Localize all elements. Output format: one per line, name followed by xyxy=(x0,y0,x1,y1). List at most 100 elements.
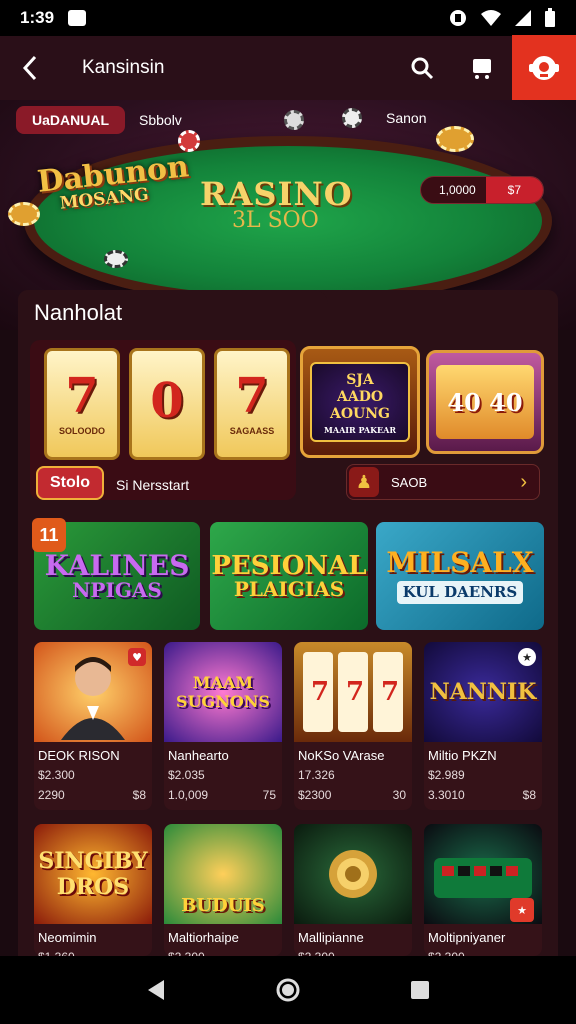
bet-value: 1,0000 xyxy=(439,183,476,197)
banner-3-line1: MILSALX xyxy=(386,545,534,579)
promo-banner-3[interactable]: MILSALX KUL DAENRS xyxy=(376,522,544,630)
back-arrow-icon xyxy=(22,55,37,81)
game-stat: 3.3010 xyxy=(428,788,465,802)
banner-3-line2: KUL DAENRS xyxy=(396,580,524,604)
gold-coin-icon xyxy=(329,850,377,898)
banner-2-line1: PESIONAL xyxy=(211,551,367,581)
reel-3: 7 SAGAASS xyxy=(214,348,290,460)
game-stat: $2.300 xyxy=(38,768,75,782)
app-bar: Kansinsin xyxy=(0,35,576,101)
game-name: Moltipniyaner xyxy=(428,930,506,945)
game-card[interactable]: ♥ DEOK RISON $2.300 2290 $8 xyxy=(34,642,152,810)
chip-icon xyxy=(8,202,40,226)
svg-text:7: 7 xyxy=(346,677,364,707)
tile-a-line3: AOUNG xyxy=(329,405,391,422)
reel-1: 7 SOLOODO xyxy=(44,348,120,460)
game-card[interactable]: NANNIK ★ Miltio PKZN $2.989 3.3010 $8 xyxy=(424,642,542,810)
play-bar[interactable]: ♟ SAOB › xyxy=(346,464,540,500)
reel-symbol: 7 xyxy=(235,368,269,424)
hero-pill[interactable]: UaDANUAL xyxy=(16,106,125,134)
game-name: Nanhearto xyxy=(168,748,229,763)
cart-button[interactable] xyxy=(452,36,512,100)
chip-icon xyxy=(436,126,474,152)
studio-button[interactable]: Stolo xyxy=(36,466,104,500)
nav-home-button[interactable] xyxy=(268,970,308,1010)
cell-signal-icon xyxy=(515,10,531,26)
promo-banner-2[interactable]: PESIONAL PLAIGIAS xyxy=(210,522,368,630)
signal-app-icon xyxy=(450,10,466,26)
chip-icon xyxy=(342,108,362,128)
game-tile-b[interactable]: 40 40 xyxy=(426,350,544,454)
player-icon: ♟ xyxy=(349,467,379,497)
badge-icon: ★ xyxy=(518,648,536,666)
tile-a-line2: AADO xyxy=(336,388,384,405)
reel-caption: SOLOODO xyxy=(58,426,105,436)
table-subtitle: 3L SOO xyxy=(232,208,319,233)
favorite-icon[interactable]: ★ xyxy=(510,898,534,922)
game-name: Neomimin xyxy=(38,930,97,945)
game-name: Mallipianne xyxy=(298,930,364,945)
game-card[interactable]: ★ Moltipniyaner $2,300 xyxy=(424,824,542,964)
game-stat: 1.0,009 xyxy=(168,788,209,802)
tile-b-value: 40 40 xyxy=(436,365,534,439)
chip-icon xyxy=(284,110,304,130)
nav-recents-icon xyxy=(411,981,429,999)
hero-tab-1[interactable]: Sbbolv xyxy=(139,112,182,128)
profile-button[interactable] xyxy=(512,35,576,101)
game-thumb: MAAM SUGNONS xyxy=(164,642,282,742)
chip-icon xyxy=(104,250,128,268)
favorite-icon[interactable]: ♥ xyxy=(128,648,146,666)
game-card[interactable]: MAAM SUGNONS Nanhearto $2.035 1.0,009 75 xyxy=(164,642,282,810)
robot-avatar-icon xyxy=(529,56,559,80)
cart-icon xyxy=(473,59,491,79)
reel-symbol: 7 xyxy=(65,368,99,424)
game-card[interactable]: BUDUIS Maltiorhaipe $2,300 xyxy=(164,824,282,964)
game-name: Miltio PKZN xyxy=(428,748,497,763)
game-card[interactable]: 777 NoKSo VArase 17.326 $2300 30 xyxy=(294,642,412,810)
battery-icon xyxy=(545,8,555,27)
banner-1-line2: NPIGAS xyxy=(72,578,162,602)
search-icon xyxy=(411,57,434,80)
game-stat-right: $8 xyxy=(522,788,536,802)
reel-2: 0 xyxy=(129,348,205,460)
nav-back-button[interactable] xyxy=(136,970,176,1010)
nav-back-icon xyxy=(148,980,164,1000)
bet-box[interactable]: 1,0000 $7 xyxy=(420,176,544,204)
chip-icon xyxy=(178,130,200,152)
reel-symbol: 0 xyxy=(150,373,184,429)
nav-home-icon xyxy=(276,978,300,1002)
game-stat: 17.326 xyxy=(298,768,335,782)
hot-badge: 11 xyxy=(32,518,66,552)
banner-1-line1: KALINES xyxy=(44,549,190,582)
game-stat: $2300 xyxy=(298,788,332,802)
play-label: SAOB xyxy=(391,474,428,490)
game-thumb: BUDUIS xyxy=(164,824,282,924)
tile-a-art: SJA AADO AOUNG MAAIR PAKEAR xyxy=(310,362,410,442)
host-portrait-icon xyxy=(61,657,125,740)
game-stat-right: $8 xyxy=(132,788,146,802)
hero-tab-2[interactable]: Sanon xyxy=(386,110,426,126)
section-title: Nanholat xyxy=(34,300,123,325)
reel-caption: SAGAASS xyxy=(229,426,275,436)
bet-action[interactable]: $7 xyxy=(485,177,543,203)
app-title: Kansinsin xyxy=(82,57,165,78)
search-button[interactable] xyxy=(392,36,452,100)
game-tile-a[interactable]: SJA AADO AOUNG MAAIR PAKEAR xyxy=(300,346,420,458)
back-button[interactable] xyxy=(0,36,60,100)
nav-recents-button[interactable] xyxy=(400,970,440,1010)
wifi-icon xyxy=(481,10,501,26)
game-stat: $2.035 xyxy=(168,768,205,782)
game-card[interactable]: Mallipianne $2,300 xyxy=(294,824,412,964)
game-stat: 2290 xyxy=(38,788,65,802)
game-thumb: 777 xyxy=(294,642,412,742)
game-stat-right: 75 xyxy=(262,788,276,802)
game-card[interactable]: SINGIBY DROS Neomimin $1,360 xyxy=(34,824,152,964)
tile-a-sub: MAAIR PAKEAR xyxy=(324,425,396,436)
game-name: Maltiorhaipe xyxy=(168,930,239,945)
svg-text:7: 7 xyxy=(381,677,399,707)
svg-text:7: 7 xyxy=(311,677,329,707)
tile-a-line1: SJA xyxy=(346,372,374,388)
game-name: NoKSo VArase xyxy=(298,748,385,763)
notification-icon xyxy=(68,10,87,26)
banner-2-line2: PLAIGIAS xyxy=(233,577,345,601)
